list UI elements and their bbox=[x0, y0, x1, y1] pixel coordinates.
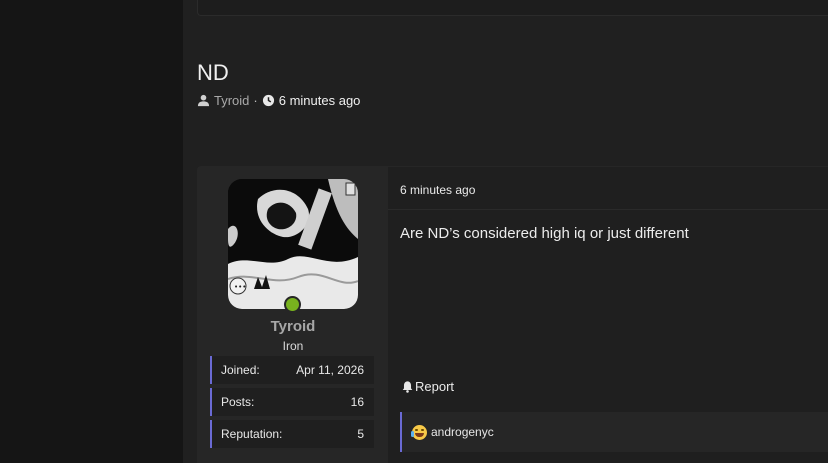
bell-icon bbox=[402, 381, 413, 393]
thread-meta: Tyroid · 6 minutes ago bbox=[197, 93, 360, 108]
reaction-user-link[interactable]: androgenyc bbox=[431, 425, 494, 439]
reactions-bar[interactable]: androgenyc bbox=[400, 412, 828, 452]
stat-posts: Posts: 16 bbox=[210, 388, 374, 416]
post-divider bbox=[388, 209, 828, 210]
stat-value: 5 bbox=[357, 427, 364, 441]
avatar-image: ••• bbox=[228, 179, 358, 309]
svg-text:•••: ••• bbox=[234, 283, 246, 291]
post-user-panel: ••• Tyroid Iron Joined: Apr 11, 2026 Pos… bbox=[198, 167, 388, 463]
post-username[interactable]: Tyroid bbox=[198, 318, 388, 335]
left-gutter bbox=[0, 0, 183, 463]
user-rank: Iron bbox=[282, 339, 304, 353]
thread-title: ND bbox=[197, 60, 229, 85]
post-content: Are ND’s considered high iq or just diff… bbox=[400, 225, 689, 242]
avatar[interactable]: ••• bbox=[228, 179, 358, 309]
stat-label: Reputation: bbox=[221, 427, 283, 441]
user-icon bbox=[197, 94, 210, 107]
stat-value: Apr 11, 2026 bbox=[296, 363, 364, 377]
clock-icon bbox=[262, 94, 274, 107]
thread-author-link[interactable]: Tyroid bbox=[214, 93, 249, 108]
thread-time-link[interactable]: 6 minutes ago bbox=[279, 93, 361, 108]
post: ••• Tyroid Iron Joined: Apr 11, 2026 Pos… bbox=[197, 166, 828, 463]
online-status-dot bbox=[284, 296, 301, 313]
stat-label: Posts: bbox=[221, 395, 255, 409]
report-label: Report bbox=[415, 379, 455, 394]
post-body: 6 minutes ago Are ND’s considered high i… bbox=[388, 167, 828, 463]
previous-card bbox=[197, 0, 828, 16]
stat-reputation: Reputation: 5 bbox=[210, 420, 374, 448]
report-button[interactable]: Report bbox=[401, 379, 454, 394]
stat-value: 16 bbox=[350, 395, 364, 409]
meta-separator: · bbox=[253, 93, 258, 108]
stat-label: Joined: bbox=[221, 363, 260, 377]
joy-emoji-icon bbox=[411, 424, 427, 440]
post-time-link[interactable]: 6 minutes ago bbox=[400, 183, 475, 197]
stat-joined: Joined: Apr 11, 2026 bbox=[210, 356, 374, 384]
